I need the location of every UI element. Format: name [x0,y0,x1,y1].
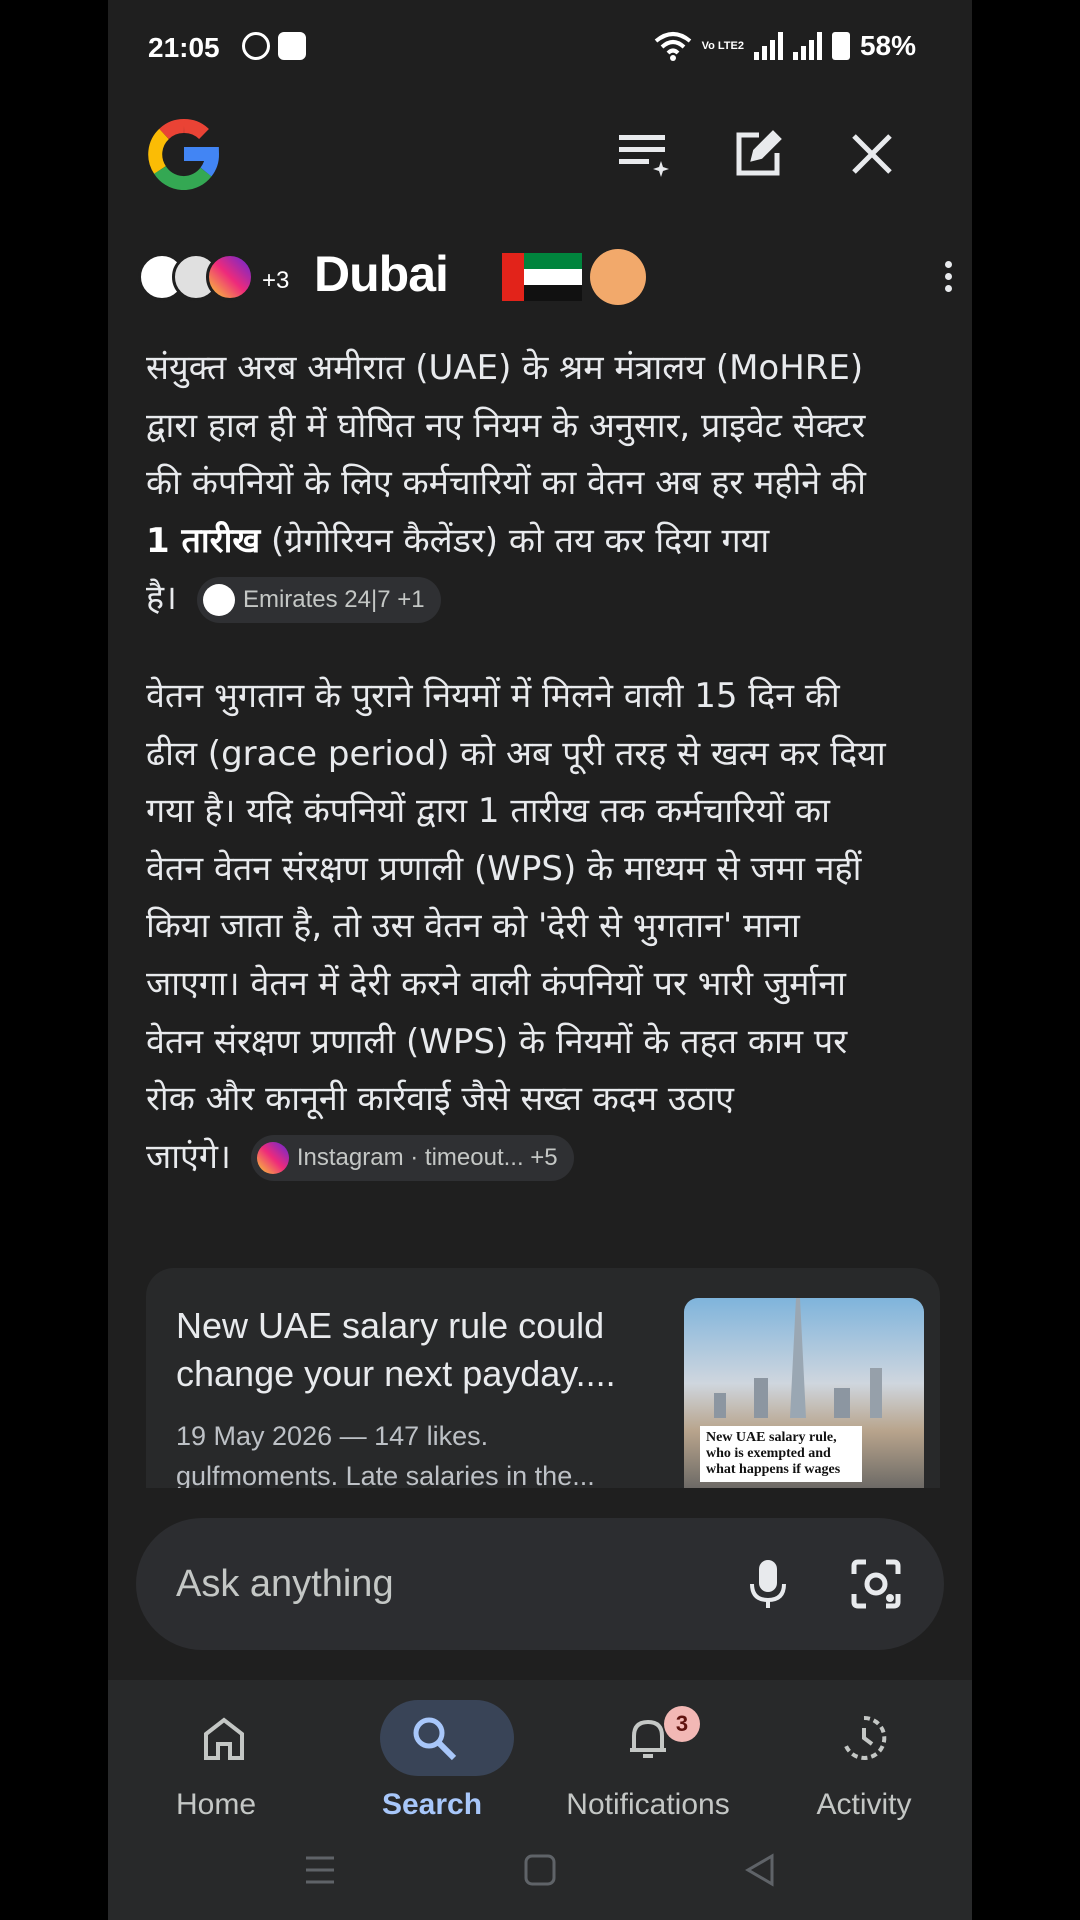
search-icon [413,1717,457,1761]
card-title: New UAE salary rule could change your ne… [176,1305,616,1394]
nav-label: Home [175,1788,257,1821]
p1-line: द्वारा हाल ही में घोषित नए नियम के अनुसा… [146,405,866,446]
p1-line: 1 तारीख (ग्रेगोरियन कैलेंडर) को तय कर दि… [146,513,946,571]
instagram-chip-icon [256,1142,289,1175]
source-header[interactable]: +3 Dubai [138,245,958,305]
source-extra-count: +3 [262,267,290,294]
nav-label: Search [381,1788,483,1821]
signal1-icon [753,32,783,60]
p2-line-end: जाएंगे। [146,1136,231,1177]
recents-icon[interactable] [290,1840,350,1900]
chip-label: Emirates 24|7 +1 [242,586,425,614]
nav-label: Notifications [566,1788,730,1821]
p1-line-rest: (ग्रेगोरियन कैलेंडर) को तय कर दिया गया [260,520,770,561]
p2-line: वेतन संरक्षण प्रणाली (WPS) के नियमों के … [146,1021,848,1062]
edit-button[interactable] [726,122,790,186]
home-icon [204,1717,244,1760]
ask-input[interactable] [176,1518,676,1650]
card-snippet: gulfmoments. Late salaries in the... [176,1461,595,1488]
thumb-caption: New UAE salary rule, who is exempted and… [700,1426,862,1482]
emirates-chip-icon [202,583,235,616]
mic-icon[interactable] [740,1556,796,1612]
answer-paragraph-2: वेतन भुगतान के पुराने नियमों में मिलने व… [146,668,946,1186]
p2-line: वेतन भुगतान के पुराने नियमों में मिलने व… [146,676,840,716]
card-thumbnail: New UAE salary rule, who is exempted and… [684,1298,924,1488]
bold-date: 1 तारीख [146,520,261,561]
nav-home[interactable]: Home [108,1690,324,1821]
nav-notifications[interactable]: 3 Notifications [540,1690,756,1821]
nav-activity[interactable]: Activity [756,1690,972,1821]
p1-line: है। Emirates 24|7 +1 [146,570,946,628]
shrug-emoji-icon [590,249,646,305]
source-chip-instagram[interactable]: Instagram · timeout... +5 [250,1135,574,1182]
source-chip-emirates[interactable]: Emirates 24|7 +1 [196,576,441,623]
instagram-avatar [206,253,254,301]
battery-percent: 58% [859,30,916,61]
google-lens-icon[interactable] [848,1556,904,1612]
activity-icon [844,1715,887,1760]
p2-line: ढील (grace period) को अब पूरी तरह से खत्… [146,733,886,774]
google-g-logo[interactable] [148,118,220,190]
battery-icon [831,32,850,60]
status-bar: 21:05 Vo LTE2 58% [108,0,972,100]
nav-label: Activity [816,1788,912,1821]
result-card[interactable]: New UAE salary rule could change your ne… [146,1268,940,1488]
status-time: 21:05 [148,32,220,63]
edit-icon [736,130,782,176]
app-v-icon [278,32,306,60]
p1-line: संयुक्त अरब अमीरात (UAE) के श्रम मंत्राल… [146,348,864,388]
p1-line-end: है। [146,578,177,619]
status-right: Vo LTE2 58% [654,30,916,62]
volte-indicator: Vo LTE2 [701,40,744,52]
playlist-sparkle-button[interactable] [612,122,676,186]
answer-paragraph-1: संयुक्त अरब अमीरात (UAE) के श्रम मंत्राल… [146,340,946,628]
notification-icons [242,32,306,60]
source-title: Dubai [314,246,449,302]
ask-bar [136,1518,944,1650]
p2-line: रोक और कानूनी कार्रवाई जैसे सख्त कदम उठा… [146,1079,734,1120]
more-options-icon[interactable] [938,261,958,301]
p2-line: वेतन वेतन संरक्षण प्रणाली (WPS) के माध्य… [146,848,862,889]
close-button[interactable] [840,122,904,186]
signal2-icon [792,32,822,60]
p2-line: जाएंगे। Instagram · timeout... +5 [146,1129,946,1187]
card-meta: 19 May 2026 — 147 likes. gulfmoments. La… [176,1416,656,1488]
back-icon[interactable] [730,1840,790,1900]
app-screen: 21:05 Vo LTE2 58% +3 Dubai संयुक्त अरब अ… [108,0,972,1920]
home-system-icon[interactable] [510,1840,570,1900]
notification-badge: 3 [664,1706,700,1742]
card-date: 19 May 2026 — 147 likes. [176,1421,489,1451]
uae-flag-icon [502,253,582,301]
nav-search[interactable]: Search [324,1690,540,1821]
p2-line: जाएगा। वेतन में देरी करने वाली कंपनियों … [146,963,846,1004]
close-icon [852,134,892,174]
p2-line: किया जाता है, तो उस वेतन को 'देरी से भुग… [146,906,800,947]
p2-line: गया है। यदि कंपनियों द्वारा 1 तारीख तक क… [146,791,830,832]
system-navigation [108,1840,972,1900]
playlist-sparkle-icon [619,135,669,177]
whatsapp-icon [242,32,270,60]
chip-label: Instagram · timeout... +5 [296,1144,558,1172]
p1-line: की कंपनियों के लिए कर्मचारियों का वेतन अ… [146,463,866,504]
wifi-icon [654,32,691,61]
